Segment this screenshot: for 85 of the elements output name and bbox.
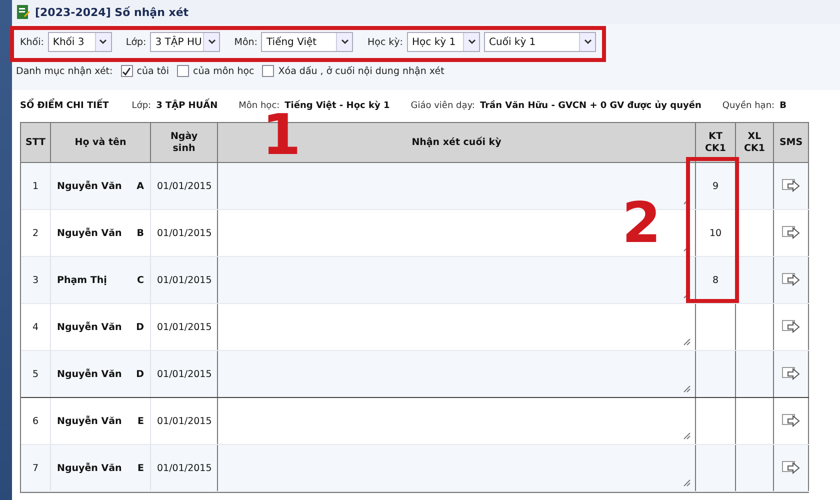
- filter-label: Môn:: [234, 36, 258, 48]
- row-number: 7: [21, 445, 51, 491]
- student-given-name: D: [136, 368, 144, 380]
- checkbox[interactable]: [262, 65, 274, 77]
- send-icon[interactable]: [782, 367, 800, 381]
- filter-label: Lớp:: [126, 36, 146, 48]
- comment-field[interactable]: [218, 445, 696, 491]
- send-icon[interactable]: [782, 414, 800, 428]
- send-icon[interactable]: [782, 461, 800, 475]
- resize-grip-icon: [683, 432, 691, 440]
- filter-label: Khối:: [20, 36, 44, 48]
- send-icon[interactable]: [782, 320, 800, 334]
- notebook-icon: [16, 4, 30, 20]
- window-title: [2023-2024] Số nhận xét: [35, 6, 189, 18]
- row-number: 3: [21, 257, 51, 303]
- info-label: Quyền hạn:: [722, 101, 775, 111]
- checkbox-label: Xóa dấu , ở cuối nội dung nhận xét: [278, 66, 444, 76]
- row-number: 1: [21, 163, 51, 209]
- student-given-name: A: [136, 180, 144, 192]
- score-cell[interactable]: [736, 257, 774, 303]
- score-cell[interactable]: [736, 445, 774, 491]
- info-value: 3 TẬP HUẤN: [156, 101, 218, 111]
- score-cell[interactable]: [736, 351, 774, 397]
- catalog-label: Danh mục nhận xét:: [16, 66, 113, 76]
- caret-icon: [94, 33, 111, 51]
- dropdown[interactable]: Tiếng Việt: [261, 32, 354, 52]
- column-header: Ngày sinh: [151, 123, 218, 163]
- dropdown[interactable]: 3 TẬP HU: [150, 32, 220, 52]
- resize-grip-icon: [683, 244, 691, 252]
- student-surname: Nguyễn Văn: [57, 462, 122, 474]
- student-surname: Nguyễn Văn: [57, 368, 122, 380]
- caret-icon: [463, 33, 480, 51]
- annotation-number: 2: [622, 196, 661, 252]
- student-given-name: D: [136, 322, 144, 332]
- score-cell[interactable]: [736, 163, 774, 209]
- student-surname: Phạm Thị: [57, 274, 107, 286]
- score-cell[interactable]: [696, 351, 736, 397]
- resize-grip-icon: [683, 338, 691, 346]
- student-surname: Nguyễn Văn: [57, 180, 122, 192]
- checkbox[interactable]: [120, 65, 133, 77]
- dropdown[interactable]: Khối 3: [48, 32, 112, 52]
- checkbox-label: của tôi: [136, 66, 169, 76]
- column-header: Họ và tên: [51, 123, 151, 163]
- column-header: STT: [21, 123, 51, 163]
- column-header: KT CK1: [696, 123, 736, 163]
- comment-field[interactable]: [218, 351, 696, 397]
- score-cell[interactable]: 9: [696, 163, 736, 209]
- birth-date: 01/01/2015: [151, 163, 218, 209]
- score-cell[interactable]: [696, 445, 736, 491]
- student-surname: Nguyễn Văn: [57, 322, 122, 332]
- student-surname: Nguyễn Văn: [57, 416, 122, 426]
- info-value: Tiếng Việt - Học kỳ 1: [284, 101, 390, 111]
- caret-icon: [579, 33, 596, 51]
- row-number: 5: [21, 351, 51, 397]
- send-icon[interactable]: [782, 179, 800, 193]
- column-header: SMS: [774, 123, 809, 163]
- birth-date: 01/01/2015: [151, 257, 218, 303]
- info-label: Lớp:: [132, 101, 152, 111]
- student-surname: Nguyễn Văn: [57, 228, 122, 238]
- column-header: XL CK1: [736, 123, 774, 163]
- student-given-name: B: [136, 228, 144, 238]
- resize-grip-icon: [683, 385, 691, 393]
- birth-date: 01/01/2015: [151, 445, 218, 491]
- birth-date: 01/01/2015: [151, 351, 218, 397]
- info-label: Giáo viên dạy:: [410, 101, 475, 111]
- checkbox[interactable]: [177, 65, 189, 77]
- student-given-name: C: [137, 274, 144, 286]
- info-label: Môn học:: [238, 101, 280, 111]
- checkbox-label: của môn học: [193, 66, 254, 76]
- info-value: B: [780, 101, 786, 111]
- annotation-number: 1: [262, 108, 301, 164]
- student-given-name: E: [138, 416, 144, 426]
- filter-label: Học kỳ:: [367, 36, 404, 48]
- comment-field[interactable]: [218, 257, 696, 303]
- resize-grip-icon: [683, 197, 691, 205]
- caret-icon: [203, 33, 220, 51]
- dropdown[interactable]: Học kỳ 1: [407, 32, 480, 52]
- info-value: Trần Văn Hữu - GVCN + 0 GV được ủy quyền: [480, 101, 702, 111]
- dropdown[interactable]: Cuối kỳ 1: [484, 32, 596, 52]
- send-icon[interactable]: [782, 273, 800, 287]
- student-given-name: E: [138, 462, 144, 474]
- resize-grip-icon: [683, 479, 691, 487]
- caret-icon: [336, 33, 352, 51]
- resize-grip-icon: [683, 291, 691, 299]
- send-icon[interactable]: [782, 226, 800, 240]
